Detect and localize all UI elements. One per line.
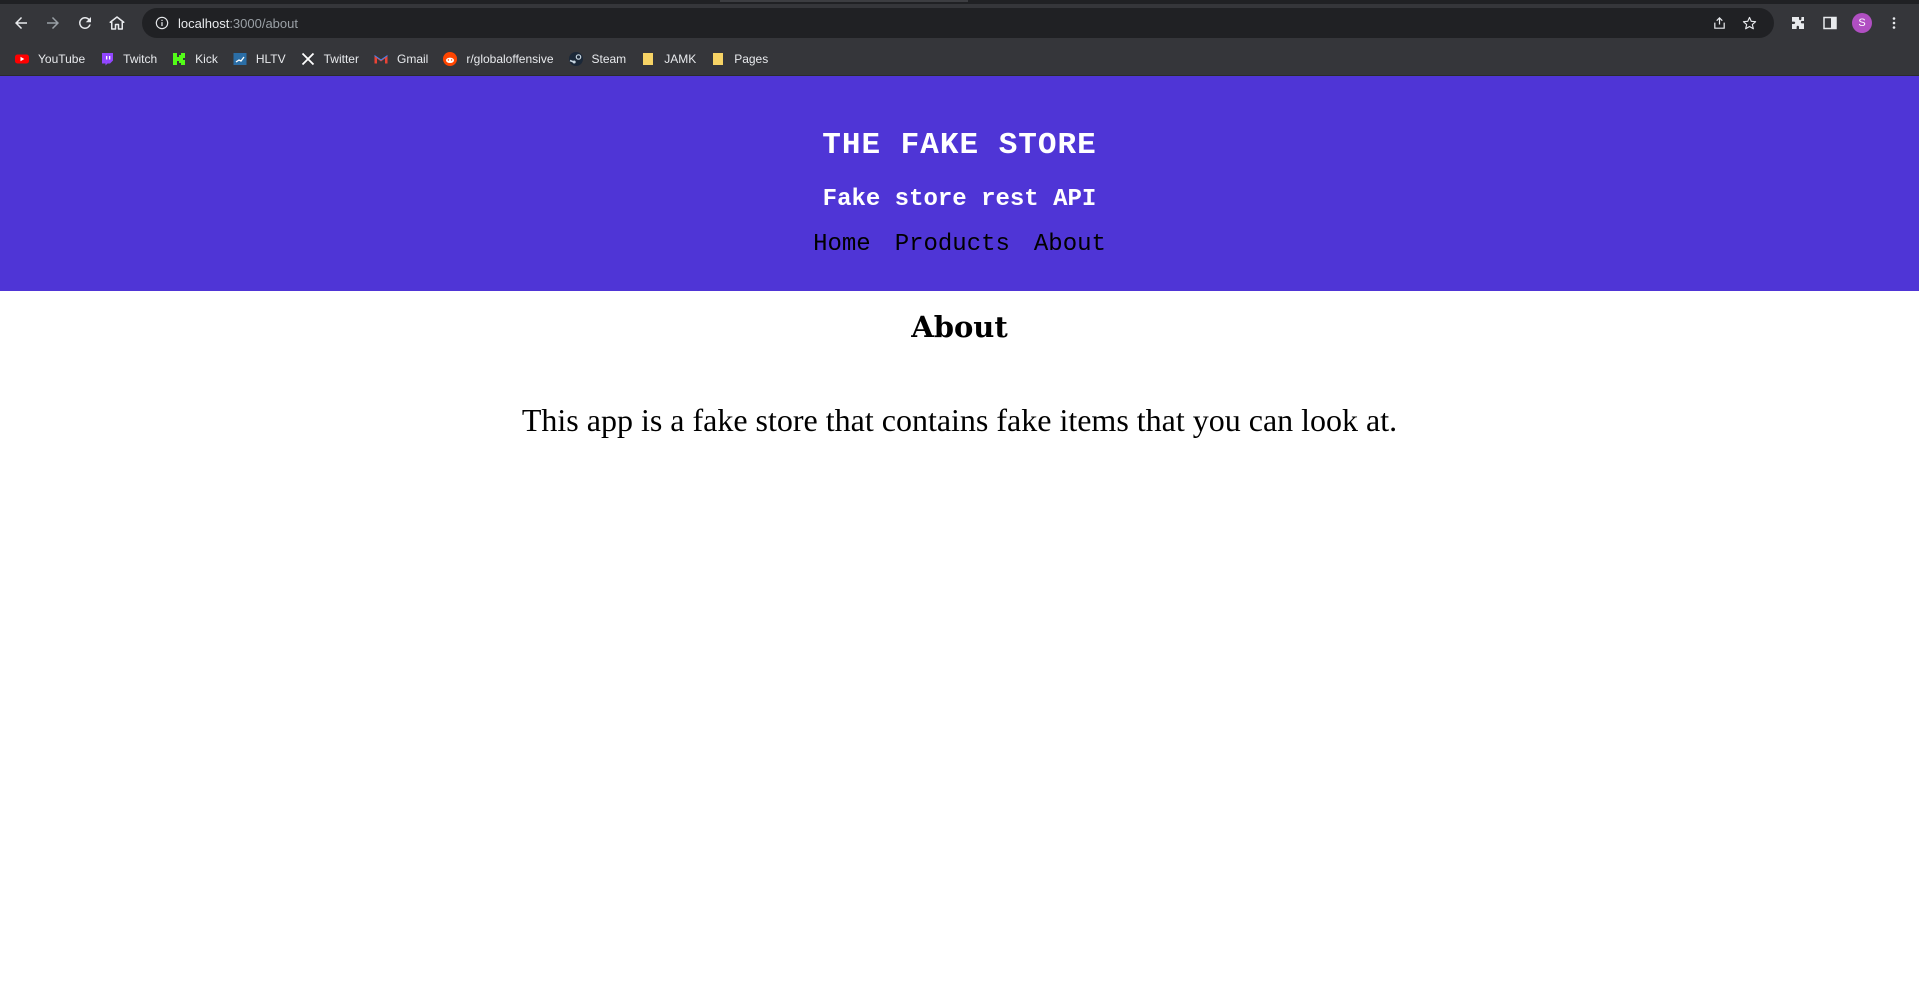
url-text[interactable]: localhost:3000/about	[178, 16, 1704, 31]
site-subtitle: Fake store rest API	[822, 186, 1097, 213]
bookmark-folder-pages[interactable]: Pages	[704, 46, 774, 72]
bookmark-twitch[interactable]: Twitch	[93, 46, 163, 72]
kick-icon	[171, 51, 187, 67]
forward-button[interactable]	[38, 8, 68, 38]
toolbar-actions: S	[1782, 8, 1910, 38]
bookmark-star-button[interactable]	[1734, 11, 1764, 35]
bookmark-label: Kick	[195, 51, 218, 66]
reload-icon	[78, 16, 91, 29]
gmail-icon	[373, 51, 389, 67]
page-title: About	[911, 310, 1008, 344]
hltv-icon	[232, 51, 248, 67]
twitch-icon	[99, 51, 115, 67]
active-tab-indicator	[720, 0, 968, 2]
bookmarks-bar: YouTube Twitch Kick HLTV Twitter Gmail r…	[0, 42, 1919, 76]
reddit-icon	[442, 51, 458, 67]
back-button[interactable]	[6, 8, 36, 38]
folder-icon	[640, 51, 656, 67]
bookmark-kick[interactable]: Kick	[165, 46, 224, 72]
avatar: S	[1852, 13, 1872, 33]
bookmark-label: Twitter	[323, 51, 359, 66]
bookmark-youtube[interactable]: YouTube	[8, 46, 91, 72]
youtube-icon	[14, 51, 30, 67]
x-icon	[300, 51, 316, 67]
address-bar[interactable]: localhost:3000/about	[142, 8, 1774, 38]
bookmark-gmail[interactable]: Gmail	[367, 46, 434, 72]
browser-toolbar: localhost:3000/about S	[0, 4, 1919, 42]
home-icon	[109, 16, 125, 30]
profile-button[interactable]: S	[1846, 8, 1878, 38]
url-host: localhost	[178, 15, 230, 31]
home-button[interactable]	[102, 8, 132, 38]
bookmark-label: Steam	[591, 51, 627, 66]
about-text: This app is a fake store that contains f…	[521, 402, 1398, 438]
extensions-button[interactable]	[1782, 8, 1814, 38]
bookmark-label: r/globaloffensive	[466, 51, 554, 66]
menu-button[interactable]	[1878, 8, 1910, 38]
nav-link-products[interactable]: Products	[895, 231, 1010, 258]
puzzle-icon	[1792, 17, 1804, 29]
arrow-right-icon	[47, 17, 59, 29]
bookmark-label: JAMK	[664, 51, 697, 66]
bookmark-twitter[interactable]: Twitter	[294, 46, 365, 72]
bookmark-folder-jamk[interactable]: JAMK	[634, 46, 702, 72]
nav-link-home[interactable]: Home	[813, 231, 871, 258]
share-button[interactable]	[1704, 11, 1734, 35]
bookmark-reddit[interactable]: r/globaloffensive	[436, 46, 559, 72]
side-panel-button[interactable]	[1814, 8, 1846, 38]
bookmark-label: YouTube	[38, 51, 86, 66]
main-nav: Home Products About	[0, 231, 1919, 258]
bookmark-steam[interactable]: Steam	[562, 46, 633, 72]
site-title: THE FAKE STORE	[822, 128, 1097, 163]
arrow-left-icon	[15, 17, 27, 29]
side-panel-icon	[1823, 16, 1837, 30]
url-path: :3000/about	[229, 15, 298, 31]
bookmark-label: Pages	[734, 51, 769, 66]
share-icon	[1713, 16, 1725, 29]
reload-button[interactable]	[70, 8, 100, 38]
kebab-menu-icon	[1892, 17, 1896, 29]
tab-strip	[0, 0, 1919, 4]
bookmark-label: Gmail	[396, 51, 429, 66]
steam-icon	[568, 51, 584, 67]
info-icon[interactable]	[154, 15, 170, 31]
nav-link-about[interactable]: About	[1034, 231, 1106, 258]
bookmark-label: HLTV	[255, 51, 286, 66]
star-icon	[1742, 16, 1756, 29]
bookmark-hltv[interactable]: HLTV	[226, 46, 292, 72]
bookmark-label: Twitch	[123, 51, 158, 66]
site-header: THE FAKE STORE Fake store rest API Home …	[0, 76, 1919, 291]
folder-icon	[710, 51, 726, 67]
